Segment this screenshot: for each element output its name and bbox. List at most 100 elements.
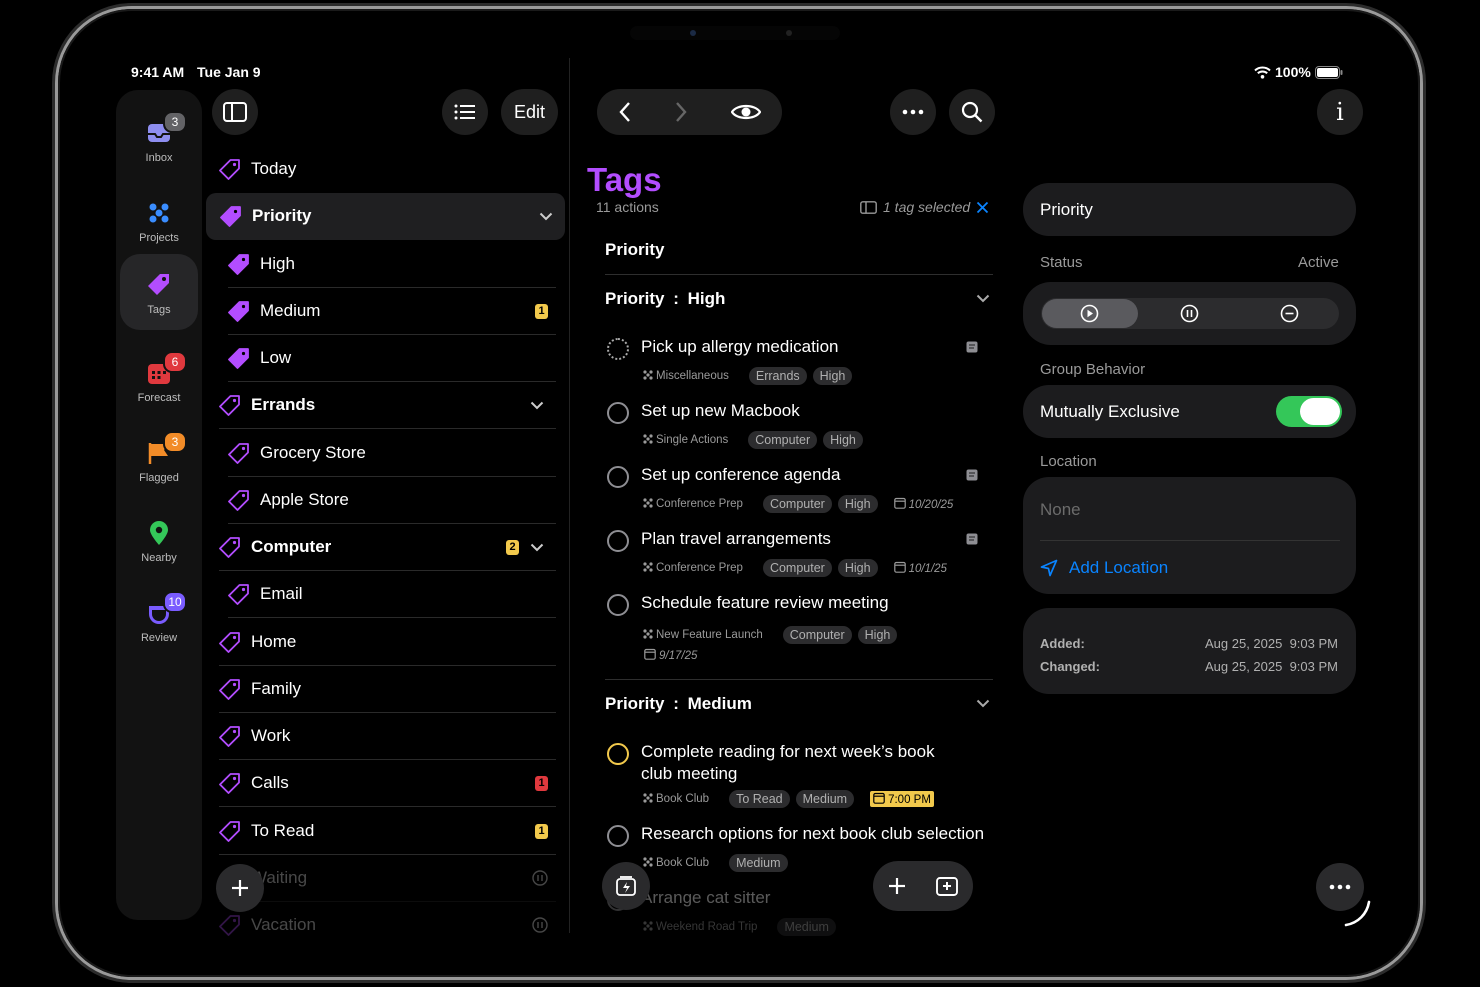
sidebar-item-medium[interactable]: Medium 1	[228, 288, 556, 335]
add-location-button[interactable]: Add Location	[1040, 558, 1168, 578]
rail-item-projects[interactable]: Projects	[120, 182, 198, 258]
task-title: Plan travel arrangements	[641, 529, 831, 548]
task-checkbox[interactable]	[607, 466, 629, 488]
mutually-exclusive-toggle[interactable]	[1276, 396, 1342, 427]
task-checkbox[interactable]	[607, 825, 629, 847]
project-icon	[643, 498, 653, 508]
task-checkbox[interactable]	[607, 594, 629, 616]
add-location-label: Add Location	[1069, 558, 1169, 577]
location-field[interactable]: None	[1040, 500, 1081, 520]
chevron-down-icon[interactable]	[530, 543, 544, 552]
resize-corner-icon[interactable]	[1344, 898, 1372, 928]
rail-item-nearby[interactable]: Nearby	[120, 502, 198, 578]
info-button[interactable]: i	[1317, 89, 1363, 135]
battery-icon	[1314, 65, 1343, 79]
group-behavior-label: Group Behavior	[1040, 361, 1146, 378]
sidebar-item-apple-store[interactable]: Apple Store	[228, 477, 556, 524]
chevron-down-icon[interactable]	[539, 212, 553, 221]
rail-badge: 3	[163, 431, 187, 453]
sidebar-item-label: Vacation	[251, 915, 316, 934]
search-button[interactable]	[949, 89, 995, 135]
project-icon	[643, 921, 653, 931]
rail-item-inbox[interactable]: Inbox 3	[120, 102, 198, 178]
sidebar-item-label: Low	[260, 348, 292, 367]
sidebar-item-priority[interactable]: Priority	[206, 193, 565, 241]
paused-icon	[532, 917, 548, 933]
tag-icon	[219, 159, 240, 180]
sidebar-item-errands[interactable]: Errands	[219, 382, 556, 430]
task-meta: Miscellaneous Errands High	[643, 367, 853, 385]
sidebar-item-label: Grocery Store	[260, 442, 366, 462]
task-meta: Single Actions Computer High	[643, 431, 863, 449]
project-icon	[643, 434, 653, 444]
calendar-small-icon	[644, 648, 656, 660]
rail-item-label: Tags	[147, 304, 171, 316]
tag-icon	[219, 773, 240, 795]
task-title: Set up conference agenda	[641, 465, 841, 484]
added-value: Aug 25, 2025 9:03 PM	[1205, 636, 1338, 651]
rail-badge: 6	[163, 351, 187, 373]
tag-chip: Computer	[762, 495, 832, 513]
task-checkbox[interactable]	[607, 338, 629, 360]
sidebar-item-high[interactable]: High	[228, 241, 556, 288]
tag-chip: Medium	[777, 918, 836, 936]
rail-item-label: Forecast	[137, 392, 181, 404]
sidebar-item-work[interactable]: Work	[219, 713, 556, 760]
chevron-down-icon[interactable]	[530, 401, 544, 410]
count-badge: 1	[535, 823, 548, 839]
count-badge: 1	[535, 776, 548, 792]
sidebar-item-label: Computer	[251, 537, 332, 556]
task-checkbox[interactable]	[607, 530, 629, 552]
rail-item-review[interactable]: Review 10	[120, 582, 198, 658]
sidebar-item-home[interactable]: Home	[219, 619, 556, 666]
minus-circle-icon[interactable]	[1280, 304, 1299, 323]
tag-chip: To Read	[729, 790, 790, 808]
ellipsis-icon	[902, 109, 924, 115]
rail-item-flagged[interactable]: Flagged 3	[120, 422, 198, 498]
task-title: Set up new Macbook	[641, 401, 800, 420]
tag-name-field[interactable]: Priority	[1023, 183, 1356, 236]
pause-circle-icon[interactable]	[1180, 304, 1199, 323]
add-tag-button[interactable]	[216, 864, 264, 912]
sidebar-item-email[interactable]: Email	[228, 571, 556, 619]
sidebar-item-calls[interactable]: Calls 1	[219, 760, 556, 808]
status-date: Tue Jan 9	[197, 64, 261, 80]
edit-button[interactable]: Edit	[501, 89, 558, 135]
tag-icon	[146, 272, 172, 298]
project-icon	[643, 629, 653, 639]
tag-icon	[220, 206, 241, 228]
section-header-high[interactable]: Priority : High	[605, 289, 725, 309]
section-chevron-icon[interactable]	[976, 294, 990, 303]
sidebar-item-low[interactable]: Low	[228, 335, 556, 382]
forward-chevron-icon[interactable]	[674, 101, 688, 123]
section-header-medium[interactable]: Priority : Medium	[605, 694, 752, 714]
rail-item-tags[interactable]: Tags	[120, 254, 198, 330]
task-checkbox[interactable]	[607, 402, 629, 424]
sidebar-item-grocery-store[interactable]: Grocery Store	[228, 430, 556, 477]
sidebar-item-to-read[interactable]: To Read 1	[219, 808, 556, 855]
plus-icon[interactable]	[887, 876, 907, 896]
sidebar-toggle-button[interactable]	[212, 89, 258, 135]
section-chevron-icon[interactable]	[976, 699, 990, 708]
group-title: Priority	[605, 240, 665, 259]
list-icon	[454, 104, 475, 120]
tag-icon	[219, 395, 240, 417]
quick-entry-button[interactable]	[602, 862, 650, 910]
sidebar-item-waiting[interactable]: Waiting	[219, 855, 556, 902]
rail-item-forecast[interactable]: Forecast 6	[120, 342, 198, 418]
add-to-inbox-icon[interactable]	[935, 875, 959, 897]
eye-icon[interactable]	[730, 102, 761, 122]
sidebar-item-today[interactable]: Today	[219, 146, 556, 193]
view-options-button[interactable]	[442, 89, 488, 135]
back-chevron-icon[interactable]	[618, 101, 632, 123]
sidebar-item-vacation[interactable]: Vacation	[219, 902, 556, 949]
added-label: Added:	[1040, 636, 1085, 651]
sidebar-item-label: High	[260, 253, 295, 273]
sidebar-item-family[interactable]: Family	[219, 666, 556, 713]
divider	[1040, 540, 1340, 541]
more-button[interactable]	[890, 89, 936, 135]
sidebar-item-computer[interactable]: Computer 2	[219, 524, 556, 571]
camera-housing	[630, 26, 840, 40]
clear-selection-icon[interactable]	[976, 201, 989, 214]
task-checkbox[interactable]	[607, 743, 629, 765]
